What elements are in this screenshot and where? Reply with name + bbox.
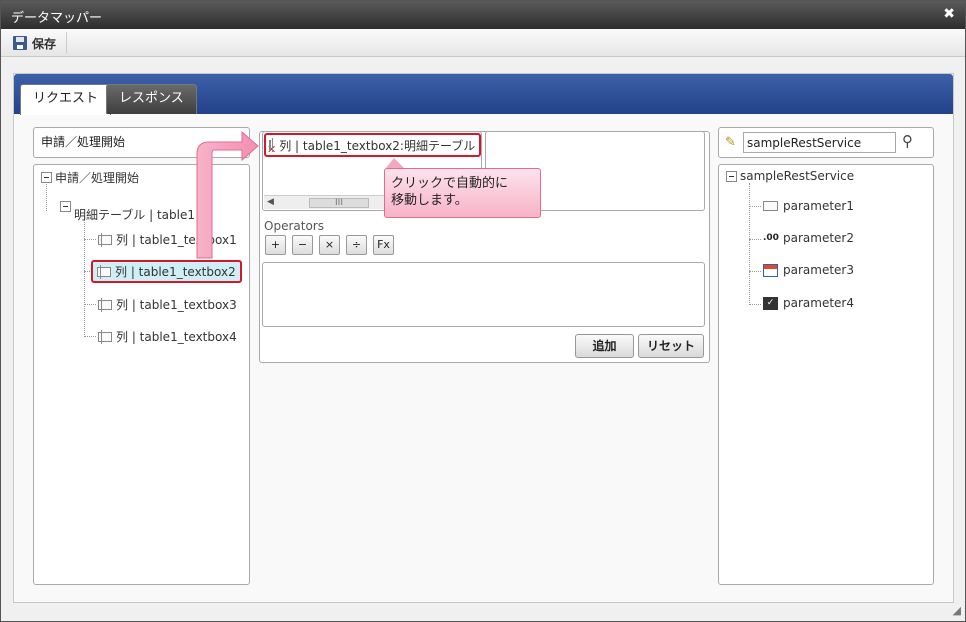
drag-arrow-annotation bbox=[196, 130, 259, 259]
expression-input[interactable] bbox=[262, 262, 705, 327]
target-tree-root[interactable]: sampleRestService bbox=[726, 169, 854, 183]
toolbar: 保存 bbox=[1, 29, 965, 57]
target-tree: sampleRestService parameter1 .00 paramet… bbox=[718, 164, 934, 585]
scroll-thumb[interactable]: III bbox=[309, 198, 369, 208]
tree-connector bbox=[84, 304, 96, 305]
title-bar[interactable]: データマッパー ✖ bbox=[1, 1, 965, 29]
tree-node-label: parameter1 bbox=[783, 199, 854, 213]
callout-line-2: 移動します。 bbox=[391, 193, 468, 208]
tree-connector bbox=[749, 271, 761, 272]
number-icon: .00 bbox=[763, 232, 779, 243]
pencil-icon: ✎ bbox=[725, 135, 736, 150]
resize-grip-icon[interactable]: ◢ bbox=[953, 604, 961, 617]
text-field-icon bbox=[763, 201, 778, 211]
tree-node-label: 列 | table1_textbox4 bbox=[116, 330, 237, 344]
arrow-shape bbox=[196, 130, 259, 259]
tree-node-label: parameter3 bbox=[783, 263, 854, 277]
target-param-node[interactable]: .00 parameter2 bbox=[763, 231, 854, 245]
service-search-bar: ✎ ⚲ bbox=[718, 127, 934, 158]
collapse-icon[interactable] bbox=[726, 170, 737, 182]
target-param-node[interactable]: parameter3 bbox=[763, 263, 854, 277]
close-icon[interactable]: ✖ bbox=[943, 6, 955, 22]
tree-node-label: sampleRestService bbox=[740, 169, 855, 183]
boolean-icon: ✓ bbox=[763, 296, 778, 310]
tree-connector bbox=[749, 304, 761, 305]
column-icon bbox=[98, 297, 112, 312]
search-icon[interactable]: ⚲ bbox=[902, 132, 913, 150]
callout-tail bbox=[386, 158, 404, 168]
data-mapper-window: データマッパー ✖ 保存 リクエスト レスポンス 申請／処理開始 申請／処理開始 bbox=[0, 0, 966, 622]
save-button[interactable]: 保存 bbox=[9, 32, 68, 54]
instruction-callout: クリックで自動的に 移動します。 bbox=[384, 168, 541, 218]
tree-node-label: 列 | table1_textbox3 bbox=[116, 298, 237, 312]
callout-line-1: クリックで自動的に bbox=[391, 176, 509, 191]
calendar-icon bbox=[763, 263, 778, 277]
save-button-label: 保存 bbox=[32, 36, 57, 51]
column-icon bbox=[98, 329, 112, 344]
window-title: データマッパー bbox=[11, 11, 103, 26]
tree-connector bbox=[749, 206, 761, 207]
operator-multiply-button[interactable]: × bbox=[319, 235, 340, 255]
operator-divide-button[interactable]: ÷ bbox=[346, 235, 367, 255]
tree-connector bbox=[84, 336, 96, 337]
tree-connector bbox=[749, 183, 750, 305]
tree-node-label: parameter2 bbox=[783, 231, 854, 245]
service-search-input[interactable] bbox=[743, 132, 896, 153]
tree-node-label: parameter4 bbox=[783, 296, 854, 310]
tree-connector bbox=[749, 239, 761, 240]
tree-node-column[interactable]: 列 | table1_textbox4 bbox=[98, 328, 237, 345]
target-param-node[interactable]: ✓ parameter4 bbox=[763, 296, 854, 310]
mapper-main-panel: リクエスト レスポンス 申請／処理開始 申請／処理開始 明細テーブル | tab… bbox=[13, 73, 954, 603]
tree-node-column[interactable]: 列 | table1_textbox3 bbox=[98, 296, 237, 313]
floppy-disk-icon bbox=[13, 36, 27, 50]
target-param-node[interactable]: parameter1 bbox=[763, 199, 854, 213]
reset-button[interactable]: リセット bbox=[638, 334, 704, 358]
add-button[interactable]: 追加 bbox=[575, 334, 634, 358]
operator-function-button[interactable]: Fx bbox=[373, 235, 394, 255]
